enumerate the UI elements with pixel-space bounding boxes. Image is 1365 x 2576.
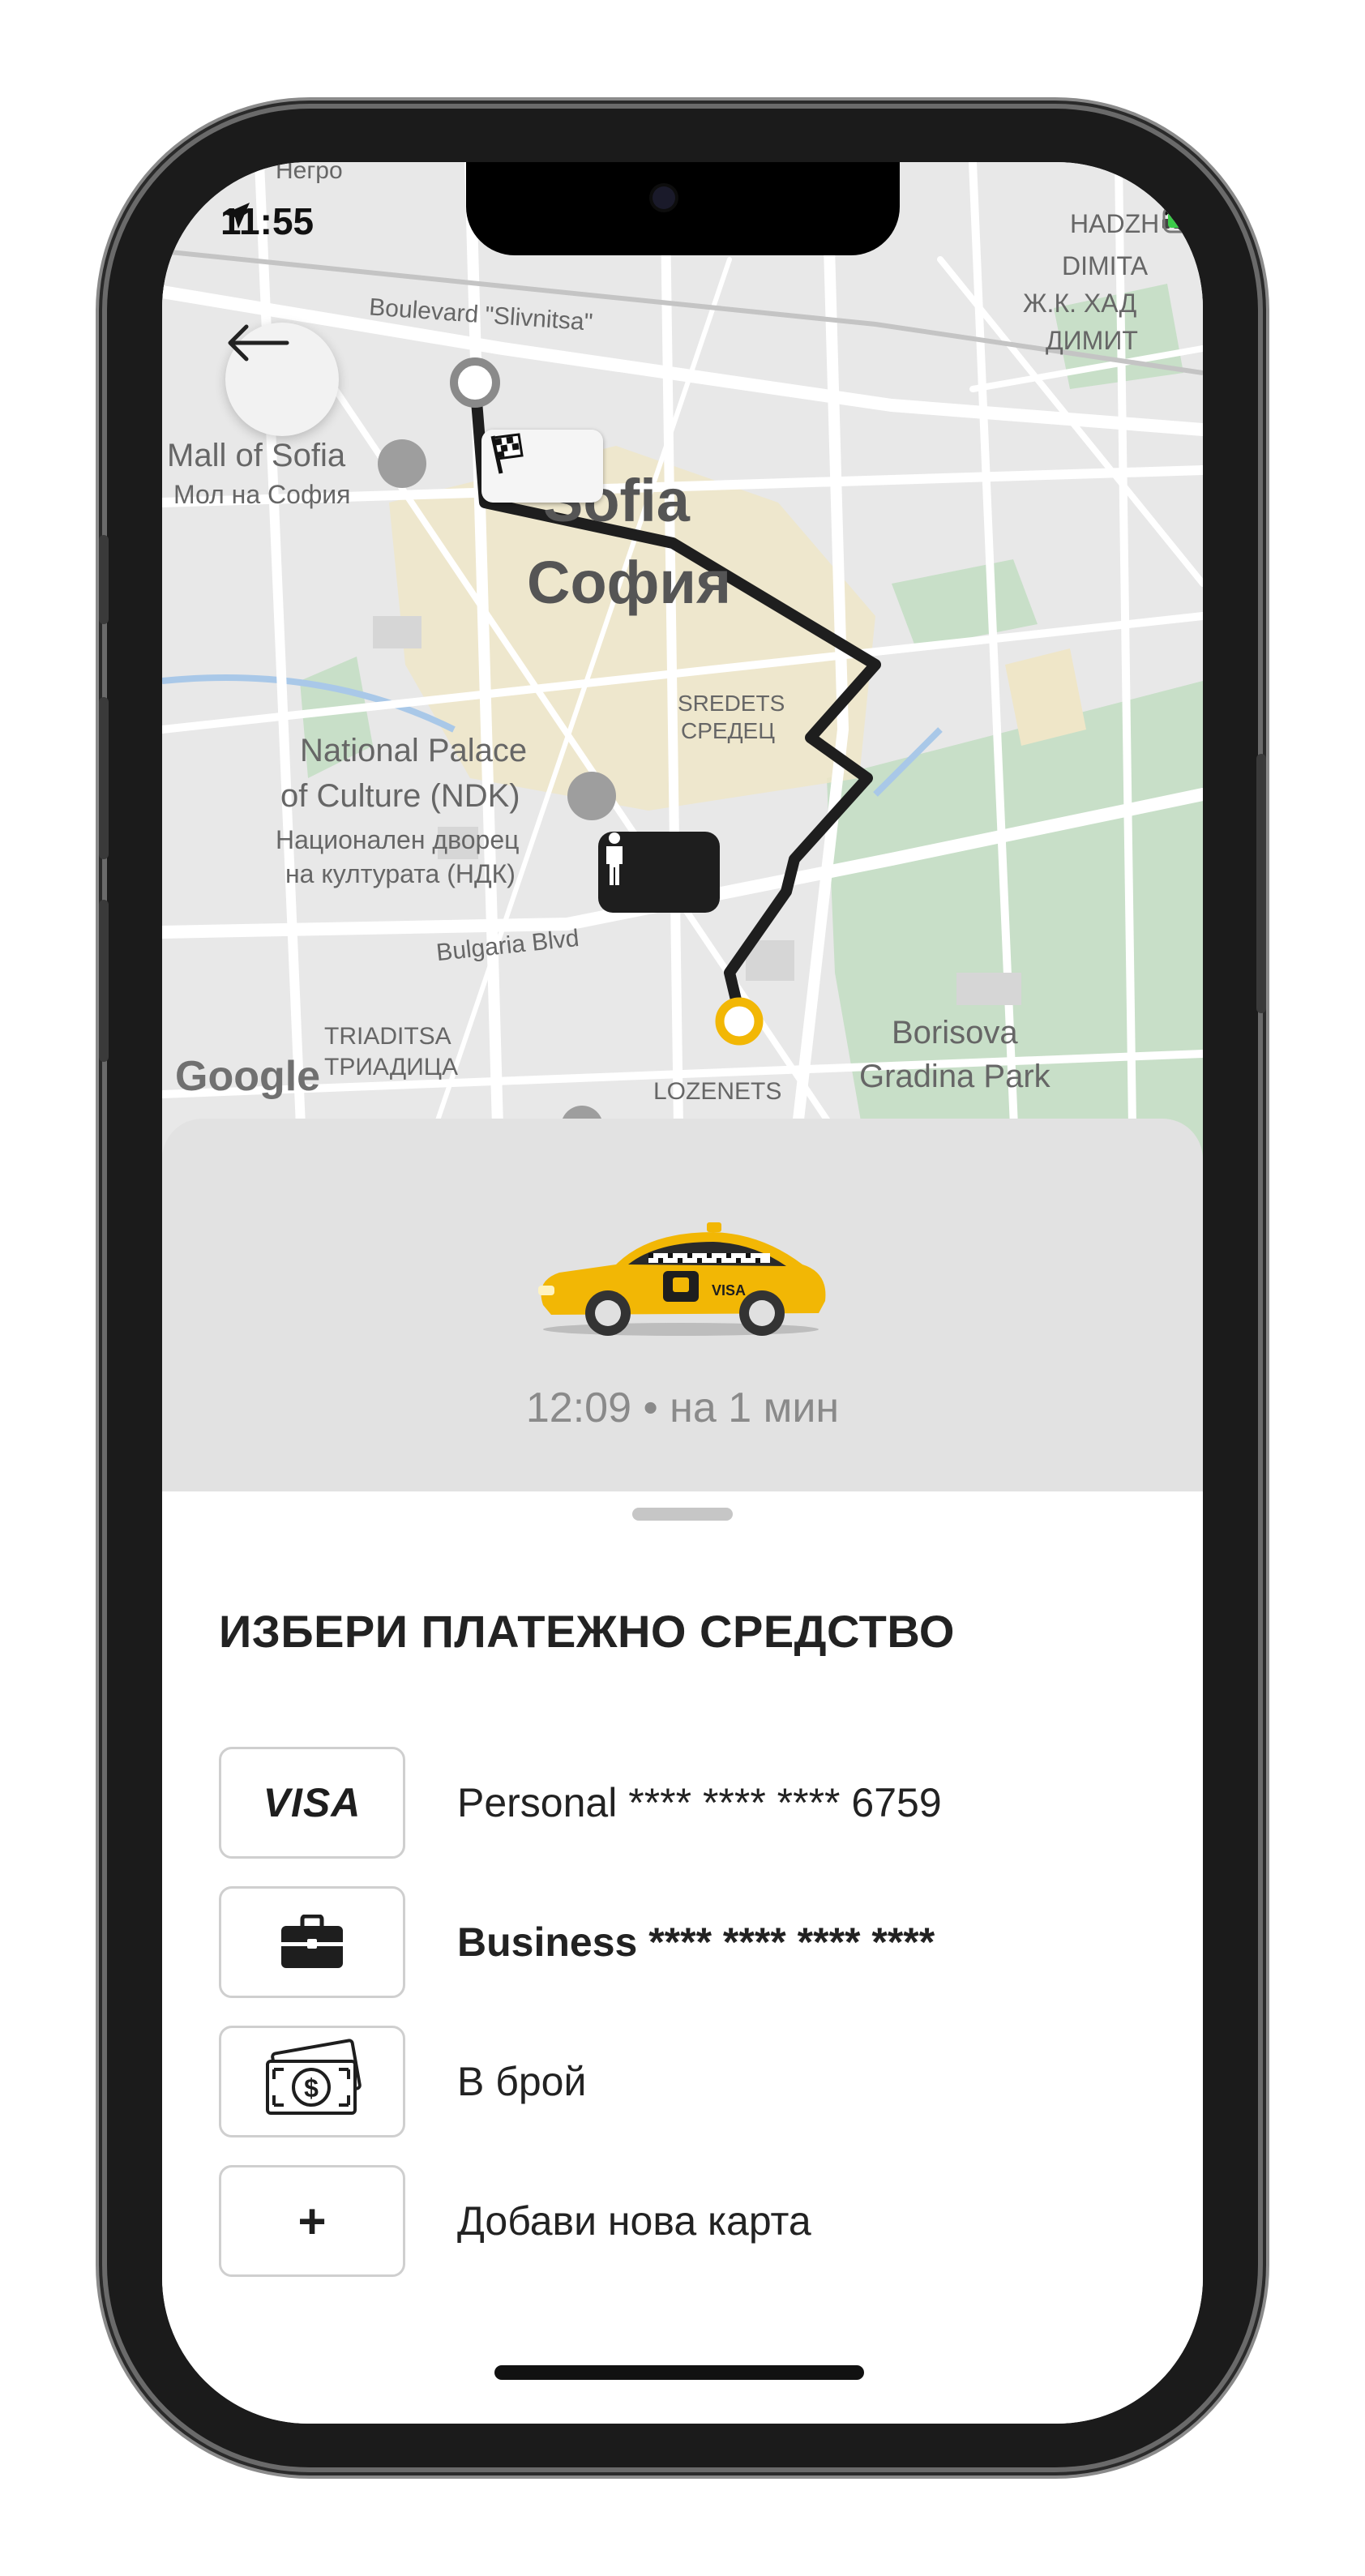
silent-switch (99, 535, 109, 624)
map-label-ndk-2: of Culture (NDK) (280, 778, 520, 814)
svg-text:$: $ (304, 2073, 319, 2103)
destination-flag-marker[interactable] (481, 430, 603, 503)
map-label-sredets-bg: СРЕДЕЦ (681, 718, 775, 743)
payment-option-business[interactable]: Business **** **** **** **** (219, 1886, 1143, 1998)
payment-option-label: Добави нова карта (457, 2198, 811, 2244)
volume-up-button (99, 697, 109, 859)
briefcase-icon (219, 1886, 405, 1998)
plus-icon-text: + (297, 2193, 327, 2249)
pickup-walk-marker[interactable] (598, 832, 720, 913)
payment-option-visa[interactable]: VISA Personal **** **** **** 6759 (219, 1747, 1143, 1859)
battery-charging-icon (1162, 206, 1203, 233)
checkered-flag-icon (490, 433, 524, 474)
payment-option-label: Personal **** **** **** 6759 (457, 1780, 942, 1825)
map-label-borisova: Borisova (892, 1015, 1018, 1051)
eta-text: 12:09 • на 1 мин (525, 1384, 840, 1431)
map-label: Негро (276, 162, 343, 184)
device-notch (466, 162, 900, 255)
home-indicator[interactable] (494, 2365, 864, 2380)
map-label-triaditsa: TRIADITSA (324, 1023, 451, 1050)
sheet-title: ИЗБЕРИ ПЛАТЕЖНО СРЕДСТВО (219, 1606, 955, 1657)
cash-glyph: $ (266, 2039, 362, 2115)
map-label-hadzhi: HADZH (1070, 209, 1160, 238)
map-label-triaditsa-bg: ТРИАДИЦА (324, 1054, 458, 1080)
ride-info-panel: VISA 12:09 • на 1 мин (162, 1119, 1203, 1491)
map-label-sredets: SREDETS (678, 691, 785, 716)
plus-icon: + (219, 2165, 405, 2277)
map-label-hadzhi-3: Ж.К. ХАД (1023, 289, 1137, 318)
cash-icon: $ (219, 2026, 405, 2137)
yellow-taxi-icon: VISA (538, 1222, 826, 1336)
arrow-left-icon (228, 324, 289, 362)
visa-icon-text: VISA (263, 1780, 362, 1825)
phone-screen: Негро Boulevard "Slivnitsa" Mall of Sofi… (162, 162, 1203, 2424)
google-logo: Google (175, 1053, 321, 1100)
map-label-borisova-2: Gradina Park (859, 1059, 1050, 1094)
payment-option-add-card[interactable]: + Добави нова карта (219, 2165, 1143, 2277)
map-label-ndk: National Palace (300, 733, 528, 768)
payment-option-cash[interactable]: $ В брой (219, 2026, 1143, 2137)
map-label-hadzhi-2: DIMITA (1062, 251, 1149, 280)
status-time: 11:55 (220, 199, 314, 243)
payment-option-label: Business **** **** **** **** (457, 1919, 935, 1965)
payment-method-sheet: ИЗБЕРИ ПЛАТЕЖНО СРЕДСТВО VISA Personal *… (162, 1491, 1203, 2424)
sheet-grabber[interactable] (632, 1508, 733, 1521)
front-camera (653, 186, 675, 209)
map-label-mall-bg: Мол на София (173, 480, 351, 509)
briefcase-glyph (281, 1915, 343, 1968)
map-label-city-bg: София (527, 549, 732, 616)
map-label-hadzhi-4: ДИМИТ (1046, 326, 1138, 355)
map-label-lozenets: LOZENETS (653, 1078, 782, 1105)
volume-down-button (99, 900, 109, 1062)
map-label-ndk-bg-2: на културата (НДК) (285, 859, 516, 888)
payment-option-label: В брой (457, 2059, 587, 2104)
svg-text:VISA: VISA (712, 1282, 746, 1299)
map-label-mall: Mall of Sofia (167, 438, 346, 473)
map-label-ndk-bg: Национален дворец (276, 825, 520, 854)
pedestrian-icon (606, 832, 623, 885)
location-arrow-icon (224, 203, 250, 229)
power-button (1256, 754, 1266, 1013)
visa-icon: VISA (219, 1747, 405, 1859)
back-button[interactable] (225, 323, 339, 436)
